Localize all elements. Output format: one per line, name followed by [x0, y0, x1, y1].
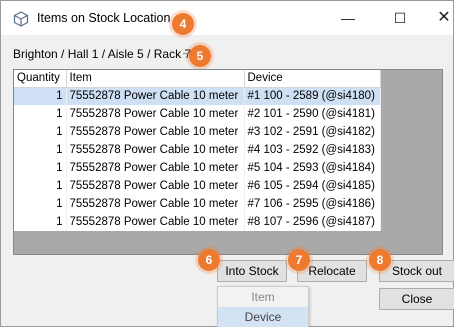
- minimize-button[interactable]: —: [333, 7, 363, 29]
- table-row[interactable]: 1 75552878 Power Cable 10 meter #2 101 -…: [14, 105, 381, 123]
- column-header-device[interactable]: Device: [244, 70, 381, 88]
- into-stock-dropdown-menu: Item Device: [217, 286, 309, 327]
- cell-item: 75552878 Power Cable 10 meter: [66, 87, 245, 105]
- callout-7: 7: [288, 249, 310, 271]
- cell-device: #6 105 - 2594 (@si4185): [244, 177, 381, 195]
- callout-4: 4: [172, 13, 194, 35]
- cell-device: #8 107 - 2596 (@si4187): [244, 213, 381, 231]
- close-window-button[interactable]: ✕: [429, 7, 454, 29]
- items-on-stock-window: Items on Stock Location 4 — ☐ ✕ Brighton…: [0, 0, 454, 327]
- column-header-quantity[interactable]: Quantity: [14, 70, 67, 88]
- maximize-button[interactable]: ☐: [385, 7, 415, 29]
- cell-device: #3 102 - 2591 (@si4182): [244, 123, 381, 141]
- stock-items-table: Quantity Item Device 1 75552878 Power Ca…: [14, 70, 381, 231]
- cell-item: 75552878 Power Cable 10 meter: [66, 159, 245, 177]
- cell-quantity: 1: [14, 105, 67, 123]
- table-row[interactable]: 1 75552878 Power Cable 10 meter #7 106 -…: [14, 195, 381, 213]
- title-bar: Items on Stock Location 4 — ☐ ✕: [1, 1, 453, 35]
- cell-quantity: 1: [14, 123, 67, 141]
- cell-item: 75552878 Power Cable 10 meter: [66, 177, 245, 195]
- cell-item: 75552878 Power Cable 10 meter: [66, 195, 245, 213]
- close-button[interactable]: Close: [379, 288, 454, 310]
- cell-device: #5 104 - 2593 (@si4184): [244, 159, 381, 177]
- menu-item-item[interactable]: Item: [218, 287, 308, 307]
- cell-item: 75552878 Power Cable 10 meter: [66, 213, 245, 231]
- cell-quantity: 1: [14, 87, 67, 105]
- menu-item-device[interactable]: Device: [218, 307, 308, 327]
- cell-item: 75552878 Power Cable 10 meter: [66, 105, 245, 123]
- cell-quantity: 1: [14, 159, 67, 177]
- cell-item: 75552878 Power Cable 10 meter: [66, 141, 245, 159]
- callout-5: 5: [189, 45, 211, 67]
- cell-device: #2 101 - 2590 (@si4181): [244, 105, 381, 123]
- cell-device: #1 100 - 2589 (@si4180): [244, 87, 381, 105]
- window-title: Items on Stock Location: [37, 11, 171, 25]
- column-header-item[interactable]: Item: [66, 70, 245, 88]
- cell-item: 75552878 Power Cable 10 meter: [66, 123, 245, 141]
- location-breadcrumb: Brighton / Hall 1 / Aisle 5 / Rack 7: [13, 47, 192, 61]
- cell-quantity: 1: [14, 195, 67, 213]
- table-header-row: Quantity Item Device: [14, 70, 381, 88]
- cell-device: #7 106 - 2595 (@si4186): [244, 195, 381, 213]
- table-row[interactable]: 1 75552878 Power Cable 10 meter #5 104 -…: [14, 159, 381, 177]
- table-row[interactable]: 1 75552878 Power Cable 10 meter #3 102 -…: [14, 123, 381, 141]
- cell-quantity: 1: [14, 177, 67, 195]
- table-row[interactable]: 1 75552878 Power Cable 10 meter #1 100 -…: [14, 87, 381, 105]
- into-stock-button[interactable]: Into Stock: [217, 260, 287, 282]
- callout-6: 6: [198, 249, 220, 271]
- table-row[interactable]: 1 75552878 Power Cable 10 meter #6 105 -…: [14, 177, 381, 195]
- table-row[interactable]: 1 75552878 Power Cable 10 meter #4 103 -…: [14, 141, 381, 159]
- cell-quantity: 1: [14, 213, 67, 231]
- stock-items-grid[interactable]: Quantity Item Device 1 75552878 Power Ca…: [13, 69, 443, 255]
- table-row[interactable]: 1 75552878 Power Cable 10 meter #8 107 -…: [14, 213, 381, 231]
- callout-8: 8: [369, 249, 391, 271]
- cube-icon: [13, 11, 29, 27]
- cell-quantity: 1: [14, 141, 67, 159]
- cell-device: #4 103 - 2592 (@si4183): [244, 141, 381, 159]
